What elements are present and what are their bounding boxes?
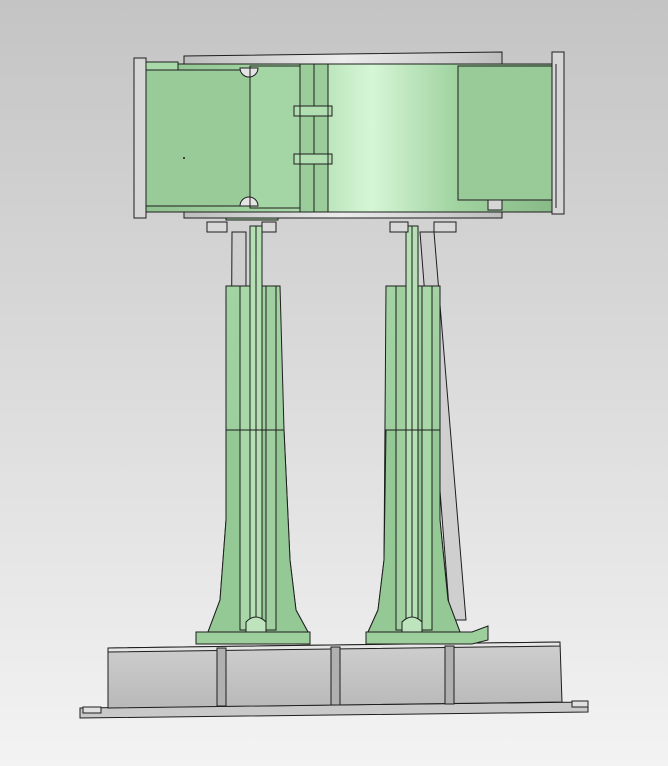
reference-point [183,157,185,159]
base-plate[interactable] [79,641,589,719]
model-canvas[interactable] [0,0,668,766]
cad-viewport[interactable] [0,0,668,766]
top-housing[interactable] [133,51,565,219]
